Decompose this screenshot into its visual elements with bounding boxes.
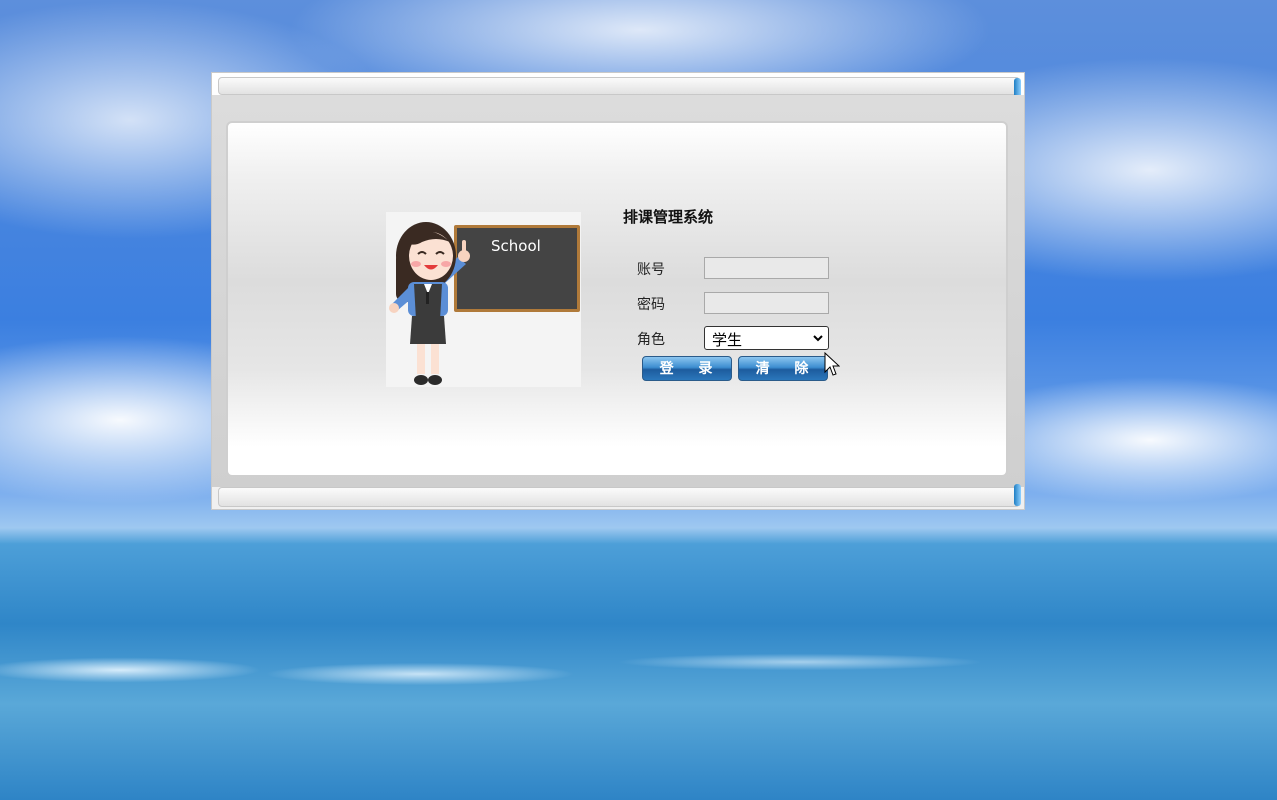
password-input[interactable] [704, 292, 829, 314]
mouse-cursor-icon [824, 352, 840, 376]
teacher-illustration: School [386, 212, 581, 387]
clear-button[interactable]: 清 除 [738, 356, 828, 381]
frame-bottom-bar [218, 484, 1021, 507]
role-selected-value: 学生 [712, 331, 743, 349]
chevron-down-icon [813, 335, 823, 342]
login-window-frame [211, 72, 1025, 510]
background-sea [0, 640, 1277, 700]
role-select[interactable]: 学生 [704, 326, 829, 350]
frame-top-bar [218, 77, 1021, 114]
account-input[interactable] [704, 257, 829, 279]
password-label: 密码 [637, 297, 665, 313]
login-panel [226, 121, 1008, 477]
teacher-at-blackboard-icon: School [389, 222, 580, 385]
system-title: 排课管理系统 [623, 208, 714, 226]
scrollbar-bottom-knob[interactable] [1014, 484, 1021, 506]
board-text: School [491, 237, 541, 255]
account-label: 账号 [637, 262, 665, 278]
role-label: 角色 [637, 332, 665, 348]
login-button[interactable]: 登 录 [642, 356, 732, 381]
